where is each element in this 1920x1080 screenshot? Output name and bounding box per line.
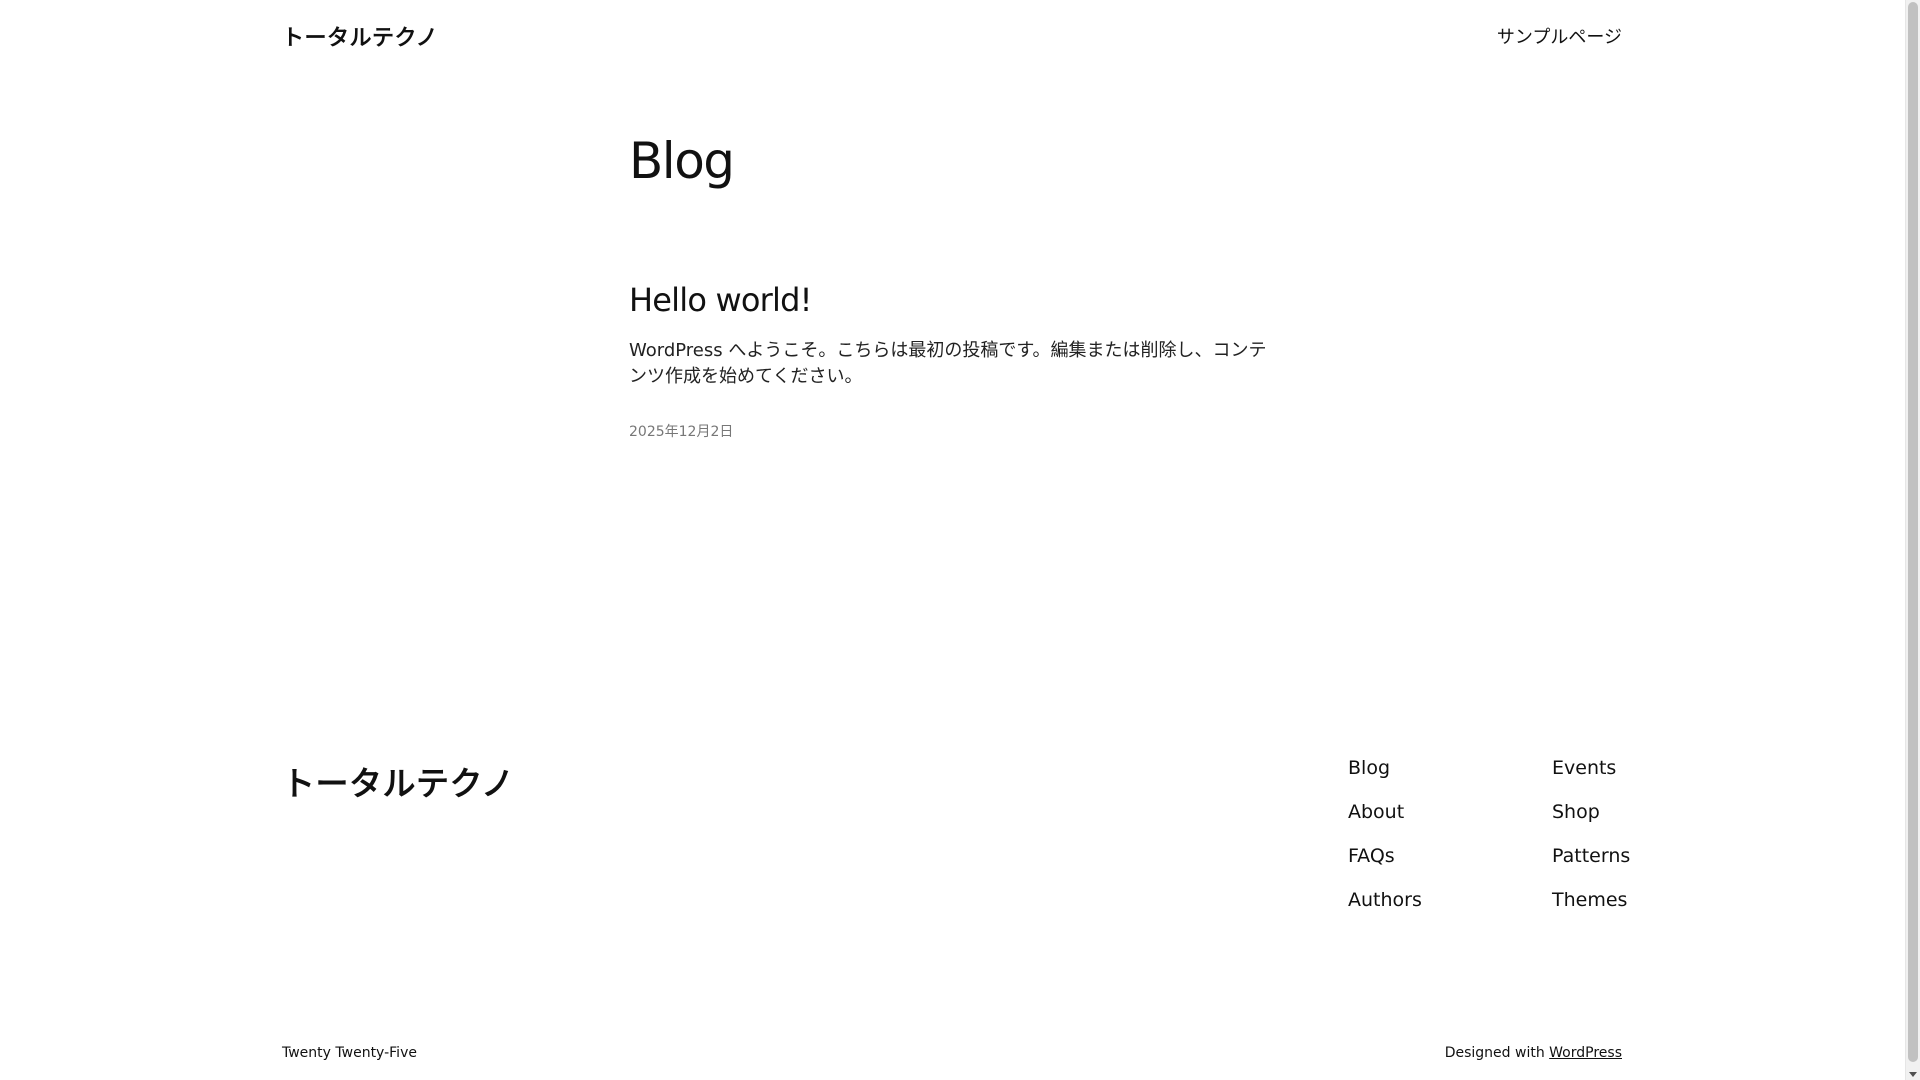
footer-link-themes[interactable]: Themes (1552, 889, 1627, 911)
scroll-down-arrow-icon[interactable] (1909, 1072, 1917, 1077)
footer-nav-item: Patterns (1552, 845, 1630, 889)
footer-nav-item: Authors (1348, 889, 1422, 933)
footer-nav-left: Blog About FAQs Authors (1348, 757, 1422, 933)
scrollbar-thumb[interactable] (1908, 2, 1918, 1062)
designed-with-text: Designed with (1444, 1045, 1550, 1061)
footer-site-title-link[interactable]: トータルテクノ (282, 757, 515, 805)
footer-link-authors[interactable]: Authors (1348, 889, 1422, 911)
footer-nav-item: Shop (1552, 801, 1630, 845)
footer-link-about[interactable]: About (1348, 801, 1404, 823)
footer-nav-item: FAQs (1348, 845, 1422, 889)
footer-link-shop[interactable]: Shop (1552, 801, 1600, 823)
footer-link-events[interactable]: Events (1552, 757, 1616, 779)
vertical-scrollbar[interactable] (1905, 0, 1920, 1080)
footer-nav-item: About (1348, 801, 1422, 845)
designed-with-credit: Designed with WordPress (1445, 1045, 1622, 1061)
footer-nav-item: Events (1552, 757, 1630, 801)
footer-link-patterns[interactable]: Patterns (1552, 845, 1630, 867)
post-title-link[interactable]: Hello world! (629, 284, 812, 316)
footer-link-blog[interactable]: Blog (1348, 757, 1390, 779)
footer-nav-item: Blog (1348, 757, 1422, 801)
post-date: 2025年12月2日 (629, 424, 734, 440)
page-title: Blog (629, 132, 735, 190)
nav-item-sample-page[interactable]: サンプルページ (1497, 23, 1622, 49)
post-excerpt: WordPress へようこそ。こちらは最初の投稿です。編集または削除し、コンテ… (629, 340, 1267, 387)
theme-credit: Twenty Twenty-Five (282, 1045, 417, 1061)
footer-nav-item: Themes (1552, 889, 1630, 933)
page: トータルテクノ サンプルページ Blog Hello world! WordPr… (0, 0, 1906, 1080)
footer-nav-right: Events Shop Patterns Themes (1552, 757, 1630, 933)
footer-link-faqs[interactable]: FAQs (1348, 845, 1395, 867)
wordpress-link[interactable]: WordPress (1549, 1045, 1622, 1061)
site-title-link[interactable]: トータルテクノ (282, 20, 438, 52)
